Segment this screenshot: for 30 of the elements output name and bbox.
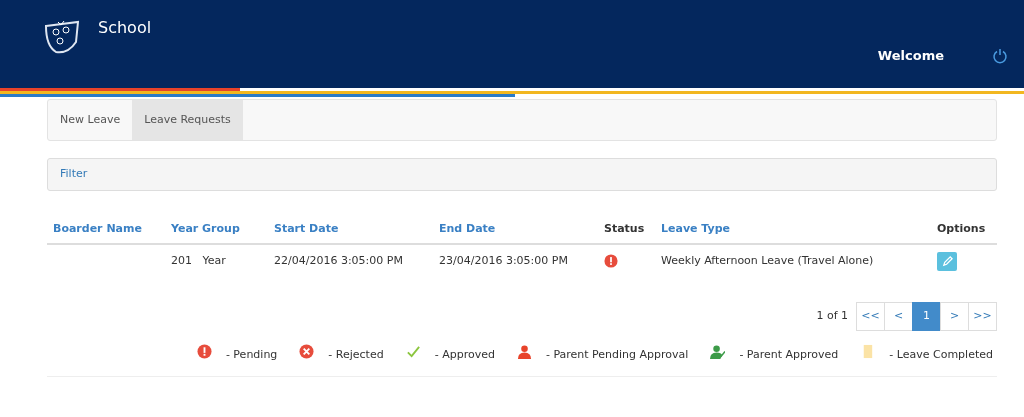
page-button[interactable]: >>: [968, 302, 997, 331]
legend-label: - Rejected: [328, 346, 384, 363]
column-header[interactable]: Start Date: [268, 220, 433, 238]
app-title: School: [98, 17, 152, 39]
table-cell-text: 23/04/2016 3:05:00 PM: [438, 253, 569, 270]
table-cell-text: 201 Year: [170, 253, 227, 270]
page-summary: 1 of 1: [816, 308, 848, 324]
welcome-text: Welcome: [877, 47, 944, 66]
column-header: Options: [936, 220, 987, 237]
legend-label: - Pending: [225, 346, 278, 363]
table-cell-text: Weekly Afternoon Leave (Travel Alone): [660, 253, 875, 270]
legend-label: - Leave Completed: [889, 346, 993, 363]
column-header[interactable]: Boarder Name: [47, 220, 165, 238]
legend-label: - Parent Pending Approval: [545, 346, 689, 363]
filter-panel[interactable]: Filter: [47, 158, 997, 191]
page-button[interactable]: 1: [912, 302, 941, 331]
column-header[interactable]: Year Group: [165, 220, 268, 238]
power-icon[interactable]: [992, 48, 1008, 64]
tab[interactable]: New Leave: [48, 100, 133, 140]
tab[interactable]: Leave Requests: [132, 100, 243, 140]
legend-label: - Approved: [434, 346, 495, 363]
legend-label: - Parent Approved: [739, 346, 839, 363]
column-header: Status: [603, 220, 646, 237]
column-header[interactable]: Leave Type: [655, 220, 931, 238]
page-button[interactable]: <: [884, 302, 913, 331]
table-cell-text: 22/04/2016 3:05:00 PM: [273, 253, 404, 270]
column-header[interactable]: End Date: [433, 220, 598, 238]
page-button[interactable]: >: [940, 302, 969, 331]
pencil-icon: [941, 256, 953, 267]
page-button[interactable]: <<: [856, 302, 885, 331]
